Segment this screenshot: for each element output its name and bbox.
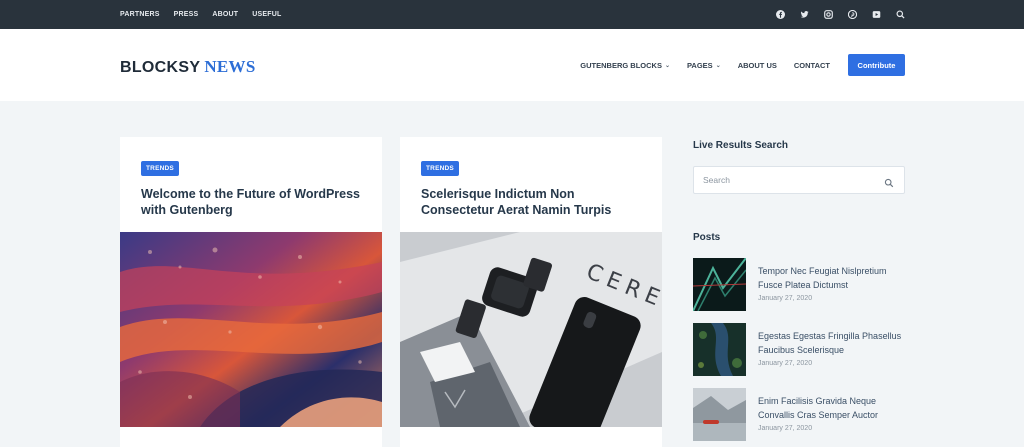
post-date: January 27, 2020 — [758, 295, 813, 302]
search-input[interactable] — [703, 175, 873, 185]
post-image[interactable] — [120, 232, 382, 427]
nav-item-contact[interactable]: CONTACT — [794, 61, 830, 70]
twitter-icon[interactable] — [799, 9, 810, 20]
post-title[interactable]: Tempor Nec Feugiat Nislpretium Fusce Pla… — [758, 265, 908, 292]
nav-item-about-us[interactable]: ABOUT US — [738, 61, 777, 70]
post-date: January 27, 2020 — [758, 360, 813, 367]
nav-label: GUTENBERG BLOCKS — [580, 60, 662, 70]
nav-item-pages[interactable]: PAGES ⌄ — [687, 61, 721, 70]
sidebar-post: Enim Facilisis Gravida Neque Convallis C… — [693, 388, 905, 442]
post-title[interactable]: Welcome to the Future of WordPress with … — [141, 186, 366, 218]
sidebar-post: Tempor Nec Feugiat Nislpretium Fusce Pla… — [693, 258, 905, 312]
logo-text-blocksy: BLOCKSY — [120, 59, 201, 76]
post-card: TRENDS Welcome to the Future of WordPres… — [120, 137, 382, 447]
nav-label: ABOUT US — [737, 60, 777, 70]
post-image[interactable]: CERE — [400, 232, 662, 427]
search-icon[interactable] — [895, 9, 906, 20]
nav-item-gutenberg-blocks[interactable]: GUTENBERG BLOCKS ⌄ — [580, 61, 670, 70]
instagram-icon[interactable] — [823, 9, 834, 20]
search-widget-title: Live Results Search — [693, 140, 789, 151]
post-title[interactable]: Enim Facilisis Gravida Neque Convallis C… — [758, 395, 908, 422]
nav-label: CONTACT — [793, 60, 830, 70]
contribute-button[interactable]: Contribute — [848, 54, 905, 76]
youtube-icon[interactable] — [871, 9, 882, 20]
top-nav-press[interactable]: PRESS — [174, 11, 199, 18]
top-nav-partners[interactable]: PARTNERS — [120, 11, 160, 18]
top-nav: PARTNERS PRESS ABOUT USEFUL — [120, 0, 295, 29]
pinterest-icon[interactable] — [847, 9, 858, 20]
top-nav-about[interactable]: ABOUT — [212, 11, 238, 18]
top-nav-useful[interactable]: USEFUL — [252, 11, 281, 18]
main-nav: GUTENBERG BLOCKS ⌄ PAGES ⌄ ABOUT US CONT… — [563, 54, 905, 76]
sidebar-post: Egestas Egestas Fringilla Phasellus Fauc… — [693, 323, 905, 377]
post-title[interactable]: Scelerisque Indictum Non Consectetur Aer… — [421, 186, 646, 218]
posts-widget-title: Posts — [693, 232, 721, 243]
sidebar-search — [693, 166, 905, 194]
post-date: January 27, 2020 — [758, 425, 813, 432]
category-badge[interactable]: TRENDS — [421, 161, 459, 176]
post-thumbnail[interactable] — [693, 323, 746, 376]
chevron-down-icon: ⌄ — [664, 62, 670, 69]
category-badge[interactable]: TRENDS — [141, 161, 179, 176]
site-logo[interactable]: BLOCKSY NEWS — [120, 57, 256, 77]
post-thumbnail[interactable] — [693, 258, 746, 311]
nav-label: PAGES — [686, 60, 713, 70]
site-header: BLOCKSY NEWS GUTENBERG BLOCKS ⌄ PAGES ⌄ A… — [0, 29, 1024, 101]
search-icon[interactable] — [884, 175, 894, 188]
post-thumbnail[interactable] — [693, 388, 746, 441]
chevron-down-icon: ⌄ — [715, 62, 721, 69]
logo-text-news: NEWS — [204, 57, 256, 76]
facebook-icon[interactable] — [775, 9, 786, 20]
social-icons — [775, 0, 906, 29]
post-card: TRENDS Scelerisque Indictum Non Consecte… — [400, 137, 662, 447]
post-title[interactable]: Egestas Egestas Fringilla Phasellus Fauc… — [758, 330, 908, 357]
top-bar: PARTNERS PRESS ABOUT USEFUL — [0, 0, 1024, 29]
